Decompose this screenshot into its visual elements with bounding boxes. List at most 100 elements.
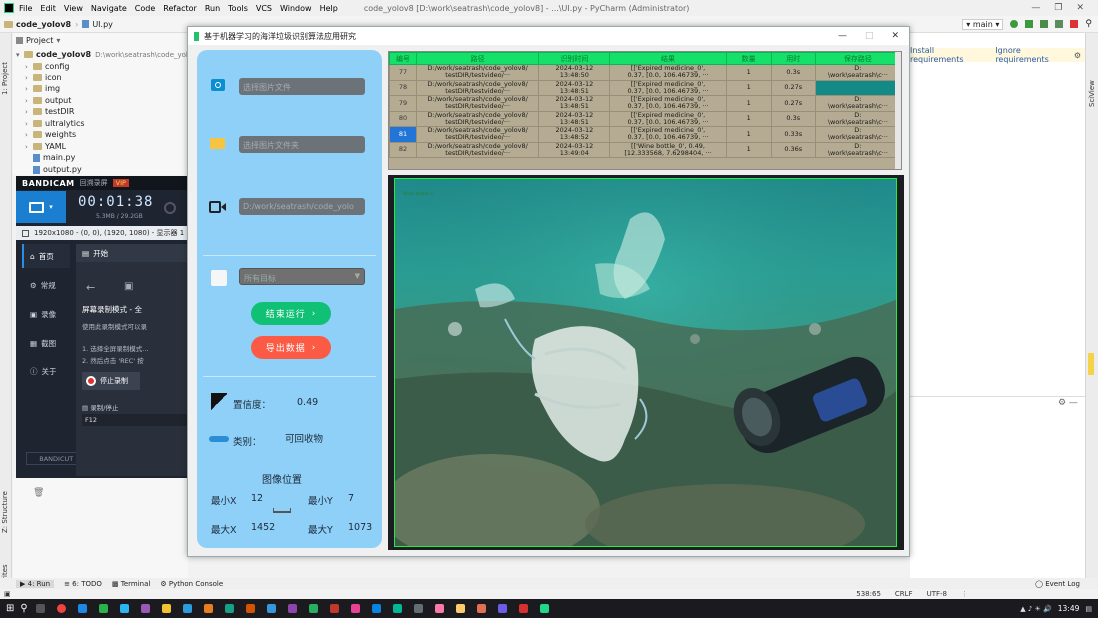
webcam-icon[interactable] — [164, 202, 176, 214]
app-icon[interactable] — [224, 604, 234, 613]
tree-file-main[interactable]: main.py — [33, 152, 75, 163]
tree-item-config[interactable]: › config — [25, 61, 69, 72]
branch-selector[interactable]: ▾ main ▾ — [962, 18, 1004, 30]
nav-image[interactable]: ▦ 截图 — [22, 332, 70, 354]
table-cell-selected[interactable] — [814, 79, 901, 96]
tree-root[interactable]: ▾ code_yolov8 D:\work\seatrash\code_yolo… — [16, 49, 201, 60]
results-table[interactable]: 编号 路径 识别时间 结果 数量 用时 保存路径 77 D:/work/seatr… — [388, 51, 902, 170]
tab-python-console[interactable]: ⚙ Python Console — [160, 580, 223, 588]
breadcrumb-file[interactable]: UI.py — [92, 20, 113, 29]
caret-position[interactable]: 538:65 — [856, 590, 881, 598]
explorer-icon[interactable] — [161, 604, 171, 613]
screen-mode-button[interactable]: ▾ — [16, 191, 66, 223]
tree-item-testdir[interactable]: › testDIR — [25, 106, 74, 117]
project-header[interactable]: Project ▾ — [16, 36, 60, 45]
stop-icon[interactable] — [1070, 20, 1079, 28]
taskbar-search-icon[interactable]: ⚲ — [20, 603, 27, 614]
camera-icon[interactable] — [211, 79, 225, 91]
notifications-icon[interactable]: ▤ — [1085, 605, 1092, 613]
tree-item-yaml[interactable]: › YAML — [25, 141, 66, 152]
file-encoding[interactable]: UTF-8 — [927, 590, 947, 598]
region-icon[interactable]: ▣ — [124, 281, 133, 292]
col-header-count[interactable]: 数量 — [725, 52, 772, 65]
app-icon[interactable] — [140, 604, 150, 613]
menu-navigate[interactable]: Navigate — [91, 4, 127, 13]
app-close-icon[interactable]: ✕ — [891, 31, 899, 41]
app-maximize-icon[interactable]: □ — [865, 31, 874, 41]
coverage-icon[interactable] — [1040, 20, 1049, 28]
table-row[interactable]: 80 D:/work/seatrash/code_yolov8/ testDIR/… — [389, 110, 901, 127]
restore-icon[interactable]: ❐ — [1054, 3, 1062, 13]
tab-todo[interactable]: ≡ 6: TODO — [64, 580, 102, 588]
tree-item-icon[interactable]: › icon — [25, 72, 62, 83]
chrome-icon[interactable] — [56, 604, 66, 613]
app-icon[interactable] — [476, 604, 486, 613]
menu-code[interactable]: Code — [135, 4, 155, 13]
target-select[interactable]: 所有目标 ▼ — [239, 268, 365, 285]
wechat-icon[interactable] — [98, 604, 108, 613]
app-icon[interactable] — [518, 604, 528, 613]
app-icon[interactable] — [392, 604, 402, 613]
stop-record-button[interactable]: 停止录制 — [82, 372, 140, 390]
app-icon[interactable] — [266, 604, 276, 613]
menu-refactor[interactable]: Refactor — [163, 4, 197, 13]
structure-tool-tab[interactable]: Z: Structure — [1, 491, 9, 533]
gear-icon[interactable]: ⚙ — [1074, 51, 1081, 60]
line-separator[interactable]: CRLF — [895, 590, 913, 598]
app-icon[interactable] — [245, 604, 255, 613]
tab-start[interactable]: ▤ 开始 — [76, 244, 188, 262]
col-header-id[interactable]: 编号 — [389, 52, 418, 65]
tray-icons[interactable]: ▲ ♪ ☀ 🔊 — [1020, 605, 1052, 613]
table-row[interactable]: 79 D:/work/seatrash/code_yolov8/ testDIR/… — [389, 95, 901, 112]
app-icon[interactable] — [308, 604, 318, 613]
app-icon[interactable] — [182, 604, 192, 613]
app-icon[interactable] — [413, 604, 423, 613]
app-icon[interactable] — [371, 604, 381, 613]
checkbox-icon[interactable] — [22, 229, 29, 237]
code-editor[interactable] — [910, 33, 1085, 578]
search-icon[interactable]: ⚲ — [1085, 19, 1092, 29]
settings-gear-icon[interactable]: ⚙ — — [1058, 398, 1078, 408]
back-arrow-icon[interactable]: ← — [86, 281, 95, 294]
profile-icon[interactable] — [1055, 20, 1064, 28]
breadcrumb-project[interactable]: code_yolov8 — [16, 20, 71, 29]
tree-item-output[interactable]: › output — [25, 95, 71, 106]
target-checkbox[interactable] — [211, 270, 227, 286]
task-view-icon[interactable] — [35, 604, 45, 613]
col-header-result[interactable]: 结果 — [609, 52, 727, 65]
app-icon[interactable] — [119, 604, 129, 613]
windows-start-icon[interactable]: ⊞ — [6, 603, 14, 614]
menu-edit[interactable]: Edit — [40, 4, 56, 13]
table-scrollbar[interactable] — [895, 52, 901, 169]
tree-item-weights[interactable]: › weights — [25, 129, 76, 140]
debug-icon[interactable] — [1025, 20, 1034, 28]
nav-home[interactable]: ⌂ 首页 — [22, 244, 70, 268]
tree-file-output[interactable]: output.py — [33, 164, 82, 175]
col-header-path[interactable]: 路径 — [416, 52, 540, 65]
event-log[interactable]: ◯ Event Log — [1035, 580, 1080, 588]
app-icon[interactable] — [203, 604, 213, 613]
minimize-icon[interactable]: — — [1031, 3, 1040, 13]
nav-general[interactable]: ⚙ 常规 — [22, 274, 70, 296]
tab-terminal[interactable]: ▩ Terminal — [112, 580, 150, 588]
ignore-requirements-link[interactable]: Ignore requirements — [995, 46, 1068, 64]
table-row[interactable]: 77 D:/work/seatrash/code_yolov8/ testDIR/… — [389, 64, 901, 81]
menu-view[interactable]: View — [64, 4, 83, 13]
app-minimize-icon[interactable]: — — [838, 31, 847, 41]
close-icon[interactable]: ✕ — [1076, 3, 1084, 13]
select-image-field[interactable]: 选择图片文件 — [239, 78, 365, 95]
trash-icon[interactable]: 🗑 — [33, 488, 44, 498]
run-icon[interactable] — [1010, 20, 1019, 28]
tab-run[interactable]: ▶ 4: Run — [16, 579, 55, 588]
pycharm-taskbar-icon[interactable] — [539, 604, 549, 613]
tree-item-ultralytics[interactable]: › ultralytics — [25, 118, 85, 129]
menu-window[interactable]: Window — [280, 4, 312, 13]
menu-tools[interactable]: Tools — [228, 4, 248, 13]
nav-video[interactable]: ▣ 录像 — [22, 303, 70, 325]
col-header-save-path[interactable]: 保存路径 — [814, 52, 901, 65]
hotkey-field[interactable]: F12 — [82, 414, 188, 426]
app-icon[interactable] — [329, 604, 339, 613]
folder-open-icon[interactable] — [210, 138, 225, 149]
project-tool-tab[interactable]: 1: Project — [1, 62, 9, 95]
sciview-tool-tab[interactable]: SciView — [1088, 80, 1096, 107]
